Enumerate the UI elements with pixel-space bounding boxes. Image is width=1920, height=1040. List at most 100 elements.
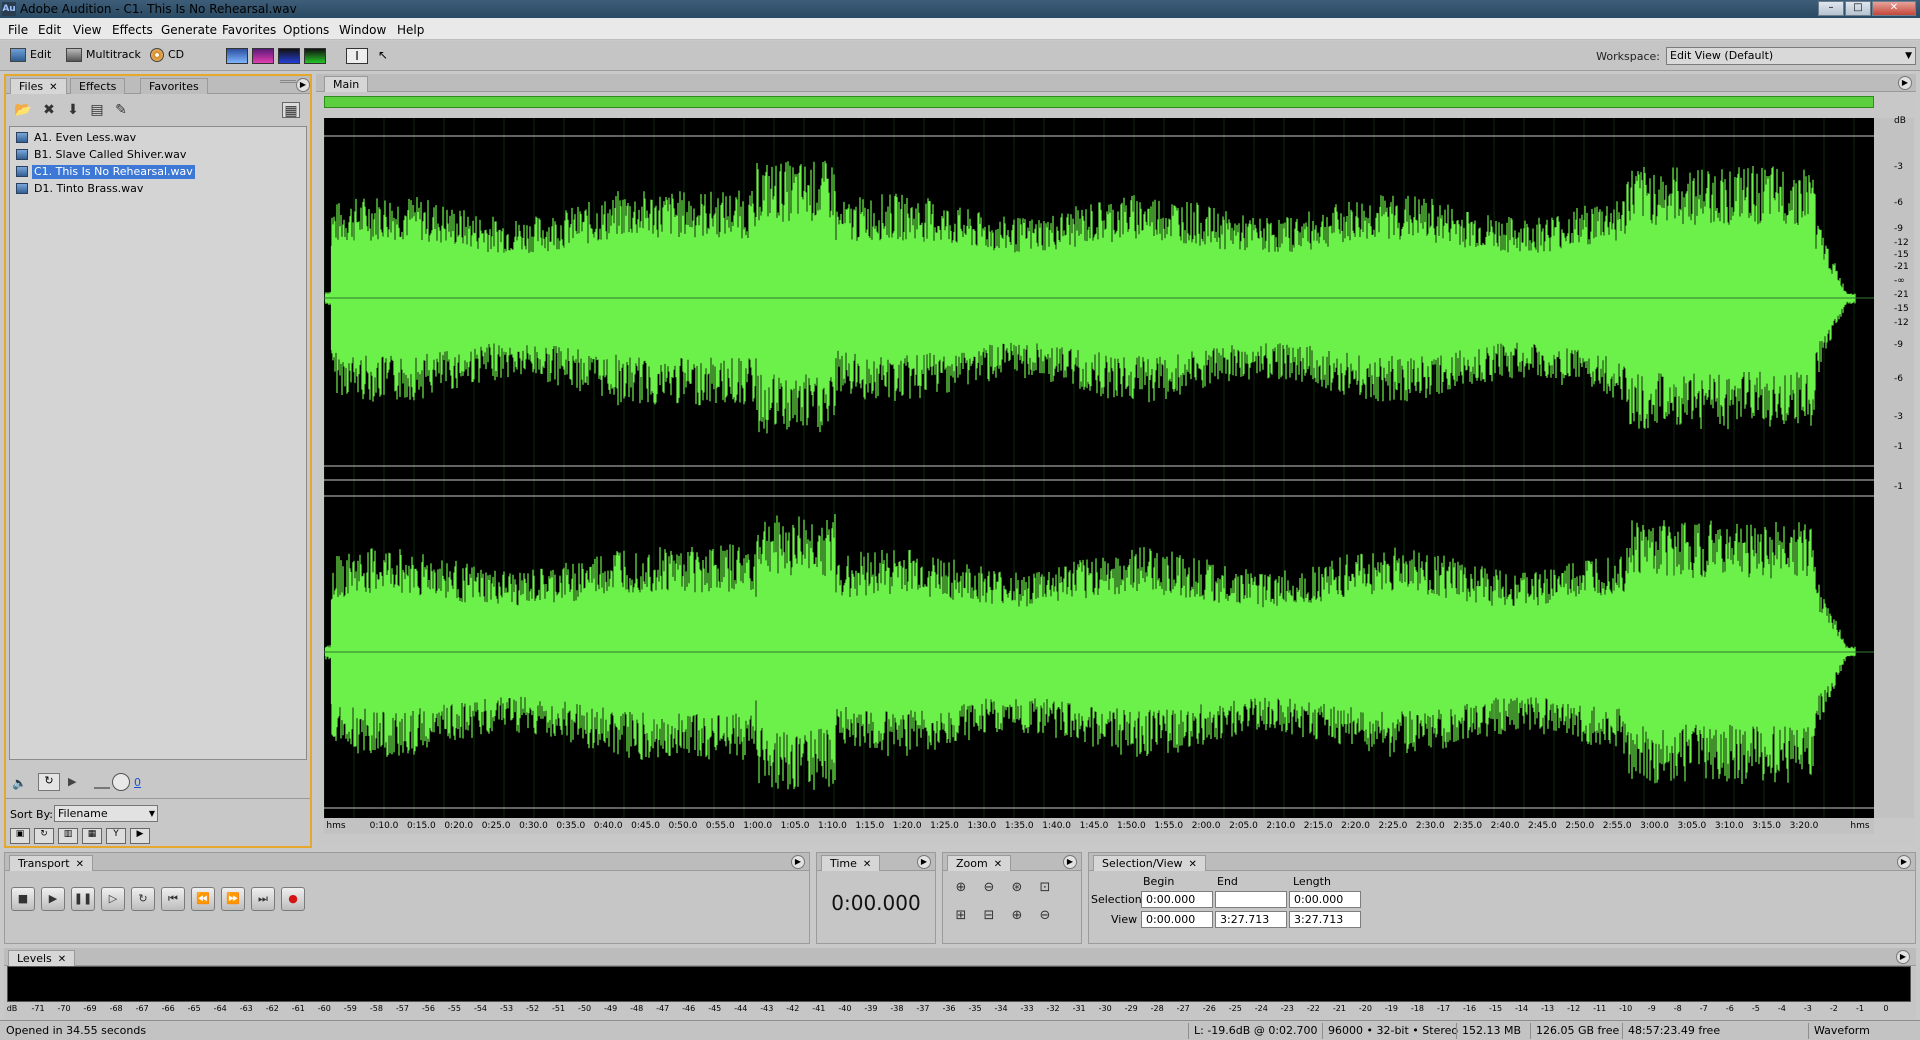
waveform-display[interactable]: [323, 118, 1874, 818]
menu-edit[interactable]: Edit: [38, 23, 61, 37]
workspace-dropdown[interactable]: Edit View (Default) ▼: [1666, 47, 1916, 65]
tab-transport[interactable]: Transport ✕: [9, 855, 94, 871]
files-options-icon[interactable]: ▦: [282, 102, 300, 119]
tab-zoom[interactable]: Zoom ✕: [947, 855, 1012, 871]
tab-time[interactable]: Time ✕: [821, 855, 881, 871]
col-end: End: [1217, 875, 1238, 888]
insert-into-multitrack-icon[interactable]: ▤: [88, 102, 106, 118]
close-icon[interactable]: ✕: [76, 859, 84, 870]
zoom-out-horizontal-icon[interactable]: ⊖: [977, 877, 1001, 899]
file-item-even-less[interactable]: A1. Even Less.wav: [32, 131, 138, 145]
play-from-cursor-button[interactable]: ▷: [101, 887, 125, 911]
close-file-icon[interactable]: ✖: [40, 102, 58, 118]
maximize-button[interactable]: □: [1845, 1, 1871, 16]
waveform-display-icon[interactable]: [226, 48, 248, 64]
db-tick: -3: [1894, 162, 1903, 172]
fast-forward-button[interactable]: ⏩: [221, 887, 245, 911]
cd-view-button[interactable]: CD: [150, 46, 184, 64]
file-item-tinto-brass[interactable]: D1. Tinto Brass.wav: [32, 182, 145, 196]
file-item-this-is-no-rehearsal[interactable]: C1. This Is No Rehearsal.wav: [32, 165, 195, 179]
pause-button[interactable]: ❚❚: [71, 887, 95, 911]
auto-play-icon[interactable]: ▶: [130, 828, 150, 844]
panel-menu-icon[interactable]: ▶: [1896, 950, 1910, 964]
volume-value[interactable]: 0: [134, 776, 141, 789]
waveform-overview-bar[interactable]: [324, 96, 1874, 108]
panel-menu-icon[interactable]: ▶: [791, 855, 805, 869]
loop-button[interactable]: ↻: [131, 887, 155, 911]
menu-favorites[interactable]: Favorites: [222, 23, 276, 37]
zoom-right-edge-icon[interactable]: ⊟: [977, 905, 1001, 927]
spectral-display-icon[interactable]: [252, 48, 274, 64]
menu-window[interactable]: Window: [339, 23, 386, 37]
file-item-slave-called-shiver[interactable]: B1. Slave Called Shiver.wav: [32, 148, 188, 162]
time-tick: 2:15.0: [1303, 821, 1333, 831]
spectral-phase-icon[interactable]: [304, 48, 326, 64]
multitrack-view-button[interactable]: Multitrack: [66, 46, 141, 64]
close-icon[interactable]: ✕: [994, 859, 1002, 870]
zoom-out-full-icon[interactable]: ⊛: [1005, 877, 1029, 899]
edit-view-button[interactable]: Edit: [10, 46, 51, 64]
menu-help[interactable]: Help: [397, 23, 424, 37]
loop-preview-icon[interactable]: ↻: [38, 773, 60, 791]
record-button[interactable]: ●: [281, 887, 305, 911]
menu-generate[interactable]: Generate: [161, 23, 217, 37]
levels-tick: -35: [968, 1004, 982, 1013]
go-to-end-button[interactable]: ⏭: [251, 887, 275, 911]
show-loops-icon[interactable]: ↻: [34, 828, 54, 844]
close-icon[interactable]: ✕: [58, 954, 66, 965]
close-icon[interactable]: ✕: [1189, 859, 1197, 870]
tab-files[interactable]: Files ✕: [10, 78, 67, 94]
play-preview-icon[interactable]: ▶: [68, 775, 76, 788]
zoom-to-selection-icon[interactable]: ⊡: [1033, 877, 1057, 899]
waveform-svg: [323, 118, 1874, 818]
zoom-in-horizontal-icon[interactable]: ⊕: [949, 877, 973, 899]
tab-levels[interactable]: Levels ✕: [8, 950, 76, 966]
selection-begin-field[interactable]: 0:00.000: [1141, 891, 1213, 908]
rewind-button[interactable]: ⏪: [191, 887, 215, 911]
tab-main[interactable]: Main: [324, 76, 369, 92]
show-full-paths-icon[interactable]: Y: [106, 828, 126, 844]
close-icon[interactable]: ✕: [49, 82, 57, 93]
tab-selection-view[interactable]: Selection/View ✕: [1093, 855, 1206, 871]
volume-slider[interactable]: [94, 779, 110, 789]
panel-menu-icon[interactable]: ▶: [917, 855, 931, 869]
files-panel-tabbar: Files ✕ Effects Favorites ▶: [6, 76, 310, 94]
tab-effects[interactable]: Effects: [70, 78, 126, 94]
edit-file-icon[interactable]: ✎: [112, 102, 130, 118]
stop-button[interactable]: ■: [11, 887, 35, 911]
sort-by-dropdown[interactable]: Filename ▼: [54, 805, 158, 822]
zoom-left-edge-icon[interactable]: ⊞: [949, 905, 973, 927]
show-midi-icon[interactable]: ▥: [58, 828, 78, 844]
view-end-field[interactable]: 3:27.713: [1215, 911, 1287, 928]
go-to-start-button[interactable]: ⏮: [161, 887, 185, 911]
import-icon[interactable]: ⬇: [64, 102, 82, 118]
menu-file[interactable]: File: [8, 23, 28, 37]
menu-effects[interactable]: Effects: [112, 23, 153, 37]
speaker-icon[interactable]: 🔈: [12, 776, 27, 790]
show-audio-icon[interactable]: ▣: [10, 828, 30, 844]
minimize-button[interactable]: –: [1818, 1, 1844, 16]
zoom-out-vertical-icon[interactable]: ⊖: [1033, 905, 1057, 927]
close-icon[interactable]: ✕: [863, 859, 871, 870]
show-video-icon[interactable]: ▦: [82, 828, 102, 844]
selection-end-field[interactable]: [1215, 891, 1287, 908]
spectral-pan-icon[interactable]: [278, 48, 300, 64]
selection-length-field[interactable]: 0:00.000: [1289, 891, 1361, 908]
time-selection-tool-icon[interactable]: I: [346, 48, 368, 64]
panel-menu-icon[interactable]: ▶: [1897, 855, 1911, 869]
open-file-icon[interactable]: 📂: [14, 102, 32, 118]
menu-options[interactable]: Options: [283, 23, 329, 37]
play-button[interactable]: ▶: [41, 887, 65, 911]
panel-menu-icon[interactable]: ▶: [1898, 76, 1912, 90]
menu-view[interactable]: View: [73, 23, 101, 37]
panel-menu-icon[interactable]: ▶: [1063, 855, 1077, 869]
tab-favorites[interactable]: Favorites: [140, 78, 208, 94]
marquee-tool-icon[interactable]: ↖: [372, 48, 394, 64]
panel-grip-icon[interactable]: [280, 80, 296, 88]
panel-menu-icon[interactable]: ▶: [296, 78, 310, 92]
close-button[interactable]: ✕: [1872, 1, 1916, 16]
view-begin-field[interactable]: 0:00.000: [1141, 911, 1213, 928]
zoom-in-vertical-icon[interactable]: ⊕: [1005, 905, 1029, 927]
view-length-field[interactable]: 3:27.713: [1289, 911, 1361, 928]
volume-knob[interactable]: [112, 773, 130, 791]
